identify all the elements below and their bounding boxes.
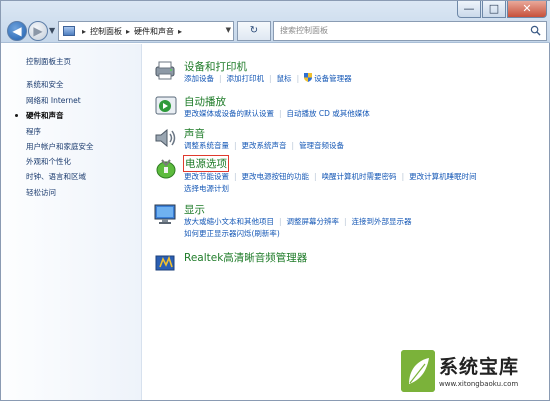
links-display-row2: 如何更正显示器闪烁(刷新率)	[184, 228, 280, 239]
sidebar-item-system-security[interactable]: 系统和安全	[26, 79, 64, 90]
links-display-row1: 放大或缩小文本和其他项目 | 调整屏幕分辨率 | 连接到外部显示器	[184, 217, 412, 226]
category-title-power-options[interactable]: 电源选项	[183, 155, 229, 172]
sidebar-item-hardware-sound[interactable]: 硬件和声音	[26, 110, 64, 121]
sidebar-item-clock-language[interactable]: 时钟、语言和区域	[26, 171, 86, 182]
active-bullet	[15, 114, 18, 117]
sidebar-item-home[interactable]: 控制面板主页	[26, 56, 71, 67]
breadcrumb-control-panel[interactable]: 控制面板	[90, 26, 122, 37]
link-add-device[interactable]: 添加设备	[184, 74, 214, 83]
search-placeholder: 搜索控制面板	[280, 26, 328, 35]
search-input[interactable]: 搜索控制面板	[273, 21, 547, 41]
link-power-button-function[interactable]: 更改电源按钮的功能	[242, 172, 310, 181]
links-autoplay: 更改媒体或设备的默认设置 | 自动播放 CD 或其他媒体	[184, 109, 370, 118]
window-controls: — □ ✕	[457, 1, 547, 19]
category-title-sound[interactable]: 声音	[184, 126, 205, 141]
main-content: 设备和打印机 添加设备 | 添加打印机 | 鼠标 | 设备管理器 自动播放 更改媒体或设备的…	[143, 44, 549, 400]
realtek-audio-icon[interactable]	[153, 250, 179, 274]
sidebar-item-programs[interactable]: 程序	[26, 126, 41, 137]
links-power-options-row1: 更改节能设置 | 更改电源按钮的功能 | 唤醒计算机时需要密码 | 更改计算机睡眠时间	[184, 172, 477, 181]
sidebar-item-user-accounts[interactable]: 用户帐户和家庭安全	[26, 141, 94, 152]
link-change-power-saving[interactable]: 更改节能设置	[184, 172, 229, 181]
forward-button[interactable]: ▶	[28, 21, 48, 41]
category-title-display[interactable]: 显示	[184, 202, 205, 217]
back-button[interactable]: ◀	[7, 21, 27, 41]
links-devices-printers: 添加设备 | 添加打印机 | 鼠标 | 设备管理器	[184, 73, 352, 83]
breadcrumb-hardware-sound[interactable]: 硬件和声音	[134, 26, 174, 37]
link-connect-external-display[interactable]: 连接到外部显示器	[352, 217, 412, 226]
link-adjust-volume[interactable]: 调整系统音量	[184, 141, 229, 150]
link-password-on-wakeup[interactable]: 唤醒计算机时需要密码	[322, 172, 397, 181]
sidebar-item-appearance[interactable]: 外观和个性化	[26, 156, 71, 167]
recent-pages-dropdown-icon[interactable]: ▼	[49, 26, 55, 35]
category-title-devices-printers[interactable]: 设备和打印机	[184, 59, 247, 74]
refresh-icon: ↻	[249, 25, 259, 36]
link-change-media-defaults[interactable]: 更改媒体或设备的默认设置	[184, 109, 274, 118]
display-icon[interactable]	[153, 202, 179, 226]
search-icon	[530, 25, 541, 36]
control-panel-icon	[63, 26, 75, 36]
printer-icon[interactable]	[153, 59, 179, 83]
forward-arrow-icon: ▶	[33, 24, 43, 38]
power-options-icon[interactable]	[153, 156, 179, 180]
link-manage-audio-devices[interactable]: 管理音频设备	[299, 141, 344, 150]
autoplay-icon[interactable]	[153, 94, 179, 118]
site-watermark: 系统宝库 www.xitongbaoku.com	[401, 350, 537, 392]
link-change-sleep-time[interactable]: 更改计算机睡眠时间	[409, 172, 477, 181]
breadcrumb-separator: ▸	[82, 26, 87, 36]
address-dropdown-icon[interactable]: ▼	[226, 26, 231, 34]
link-fix-monitor-flicker[interactable]: 如何更正显示器闪烁(刷新率)	[184, 229, 280, 238]
address-bar[interactable]: ▸ 控制面板 ▸ 硬件和声音 ▸ ▼	[58, 21, 234, 41]
link-choose-power-plan[interactable]: 选择电源计划	[184, 184, 229, 193]
watermark-url: www.xitongbaoku.com	[439, 380, 519, 388]
link-add-printer[interactable]: 添加打印机	[227, 74, 265, 83]
minimize-button[interactable]: —	[457, 1, 481, 18]
link-mouse[interactable]: 鼠标	[277, 74, 292, 83]
sidebar-item-network[interactable]: 网络和 Internet	[26, 95, 81, 106]
link-resize-text[interactable]: 放大或缩小文本和其他项目	[184, 217, 274, 226]
breadcrumb-separator: ▸	[178, 26, 183, 36]
breadcrumb-separator: ▸	[126, 26, 131, 36]
title-bar: — □ ✕ ◀ ▶ ▼ ▸ 控制面板 ▸ 硬件和声音 ▸ ▼ ↻ 搜索控制面板	[1, 1, 550, 43]
link-autoplay-cd[interactable]: 自动播放 CD 或其他媒体	[287, 109, 370, 118]
watermark-title: 系统宝库	[439, 356, 520, 378]
back-arrow-icon: ◀	[12, 24, 22, 38]
refresh-button[interactable]: ↻	[237, 21, 271, 41]
sidebar-item-ease-of-access[interactable]: 轻松访问	[26, 187, 56, 198]
control-panel-window: — □ ✕ ◀ ▶ ▼ ▸ 控制面板 ▸ 硬件和声音 ▸ ▼ ↻ 搜索控制面板	[0, 0, 550, 401]
link-device-manager[interactable]: 设备管理器	[314, 74, 352, 83]
speaker-icon[interactable]	[153, 126, 179, 150]
link-adjust-resolution[interactable]: 调整屏幕分辨率	[287, 217, 340, 226]
category-title-realtek-audio[interactable]: Realtek高清晰音频管理器	[184, 250, 307, 265]
maximize-button[interactable]: □	[482, 1, 506, 18]
link-change-sounds[interactable]: 更改系统声音	[242, 141, 287, 150]
leaf-logo-icon	[401, 350, 435, 392]
close-button[interactable]: ✕	[507, 1, 547, 18]
sidebar: 控制面板主页 系统和安全 网络和 Internet 硬件和声音 程序 用户帐户和…	[1, 44, 142, 400]
shield-icon	[304, 73, 313, 82]
links-sound: 调整系统音量 | 更改系统声音 | 管理音频设备	[184, 141, 345, 150]
links-power-options-row2: 选择电源计划	[184, 183, 229, 194]
category-title-autoplay[interactable]: 自动播放	[184, 94, 226, 109]
